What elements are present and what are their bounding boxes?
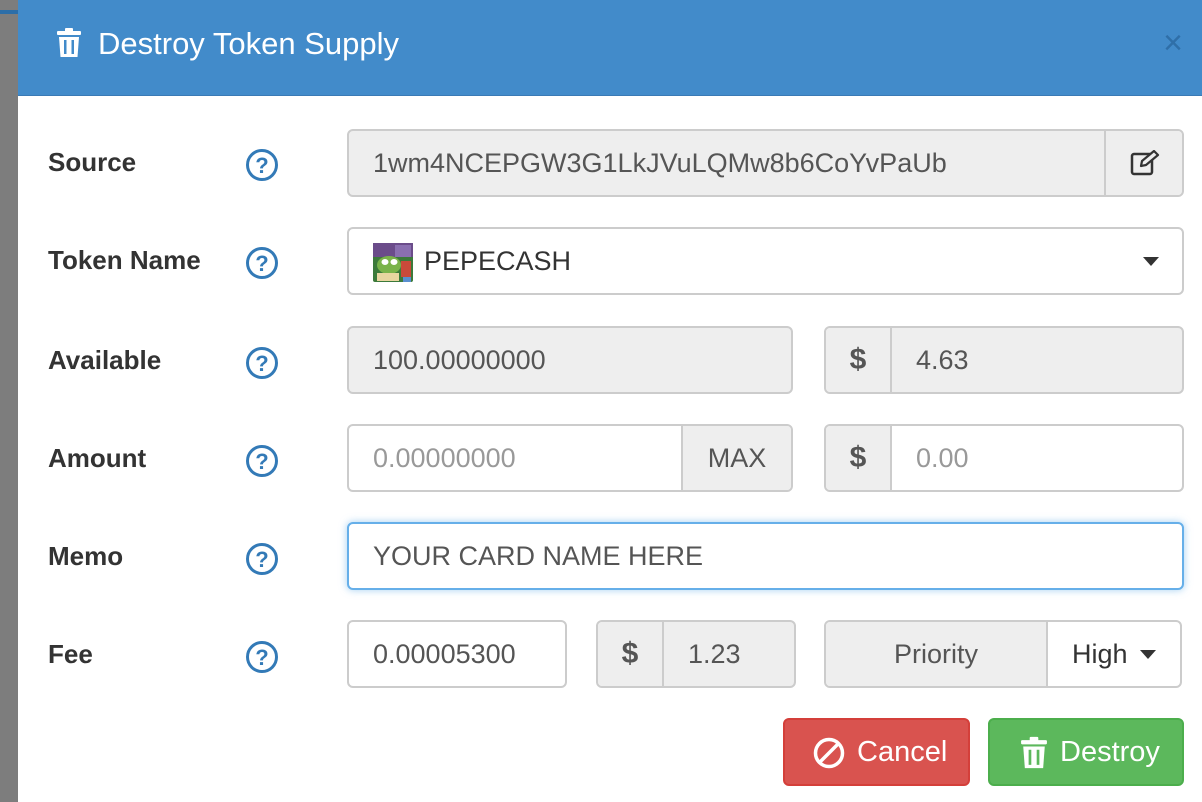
svg-text:?: ? (255, 153, 268, 178)
available-field: 100.00000000 (347, 326, 793, 394)
usd-addon: $ (598, 622, 664, 686)
ban-icon (813, 737, 845, 769)
question-circle-icon[interactable]: ? (245, 346, 279, 380)
question-circle-icon[interactable]: ? (245, 246, 279, 280)
amount-usd-input[interactable]: $ 0.00 (824, 424, 1184, 492)
fee-usd-value: 1.23 (688, 639, 741, 669)
question-circle-icon[interactable]: ? (245, 444, 279, 478)
edit-icon (1130, 150, 1160, 176)
svg-text:?: ? (255, 547, 268, 572)
amount-placeholder: 0.00000000 (373, 443, 516, 473)
chevron-down-icon (1140, 650, 1156, 659)
chevron-down-icon (1143, 257, 1159, 266)
destroy-label: Destroy (1060, 736, 1160, 768)
available-usd-field: $ 4.63 (824, 326, 1184, 394)
close-button[interactable]: × (1158, 25, 1188, 61)
available-value: 100.00000000 (373, 345, 546, 375)
priority-group: Priority High (824, 620, 1182, 688)
trash-icon (1021, 736, 1047, 769)
modal-title: Destroy Token Supply (98, 26, 399, 61)
available-label: Available (48, 345, 162, 375)
amount-label: Amount (48, 443, 147, 473)
amount-input[interactable]: 0.00000000 MAX (347, 424, 793, 492)
max-button[interactable]: MAX (681, 426, 791, 490)
question-circle-icon[interactable]: ? (245, 542, 279, 576)
fee-value: 0.00005300 (373, 639, 516, 669)
token-name-select[interactable]: PEPECASH (347, 227, 1184, 295)
question-circle-icon[interactable]: ? (245, 640, 279, 674)
cancel-label: Cancel (857, 736, 948, 768)
source-value: 1wm4NCEPGW3G1LkJVuLQMw8b6CoYvPaUb (373, 148, 947, 178)
memo-value: YOUR CARD NAME HERE (373, 541, 704, 571)
page-backdrop (0, 0, 18, 802)
backdrop-strip (0, 10, 18, 14)
memo-input[interactable]: YOUR CARD NAME HERE (347, 522, 1184, 590)
fee-input[interactable]: 0.00005300 (347, 620, 567, 688)
trash-icon (57, 28, 81, 57)
usd-addon: $ (826, 426, 892, 490)
destroy-button[interactable]: Destroy (988, 718, 1184, 786)
question-circle-icon[interactable]: ? (245, 148, 279, 182)
edit-source-button[interactable] (1104, 131, 1182, 195)
priority-dropdown[interactable]: High (1072, 622, 1128, 686)
svg-text:?: ? (255, 351, 268, 376)
svg-text:?: ? (255, 251, 268, 276)
priority-label: Priority (826, 622, 1048, 686)
destroy-token-modal: Destroy Token Supply × Source ? 1wm4NCEP… (18, 0, 1202, 802)
svg-text:?: ? (255, 645, 268, 670)
fee-label: Fee (48, 639, 93, 669)
cancel-button[interactable]: Cancel (783, 718, 970, 786)
usd-addon: $ (826, 328, 892, 392)
fee-usd-field: $ 1.23 (596, 620, 796, 688)
svg-text:?: ? (255, 449, 268, 474)
source-field[interactable]: 1wm4NCEPGW3G1LkJVuLQMw8b6CoYvPaUb (347, 129, 1184, 197)
available-usd-value: 4.63 (916, 345, 969, 375)
token-image (373, 242, 413, 282)
modal-header: Destroy Token Supply × (18, 0, 1202, 96)
token-name-value: PEPECASH (424, 246, 572, 276)
memo-label: Memo (48, 541, 124, 571)
amount-usd-placeholder: 0.00 (916, 443, 969, 473)
token-name-label: Token Name (48, 245, 201, 275)
source-label: Source (48, 147, 137, 177)
